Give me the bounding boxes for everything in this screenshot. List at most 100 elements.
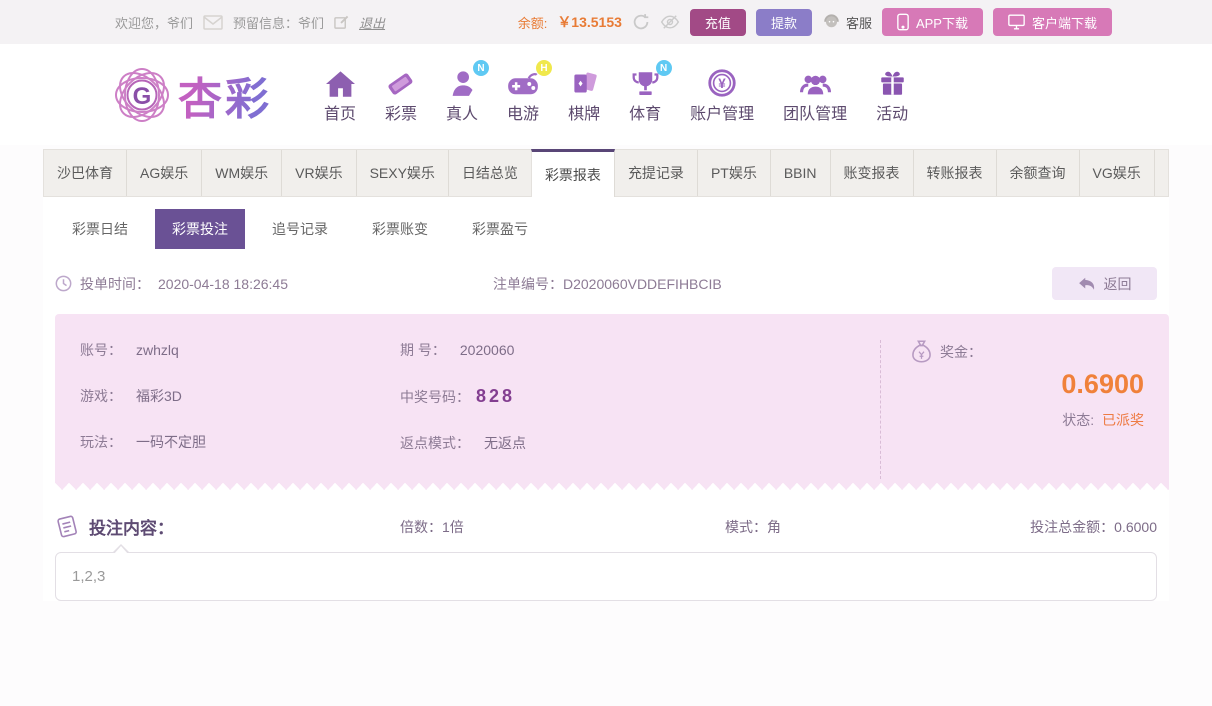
customer-service[interactable]: 客服	[822, 13, 872, 32]
report-tabbar: 沙巴体育 AG娱乐 WM娱乐 VR娱乐 SEXY娱乐 日结总览 彩票报表 充提记…	[43, 149, 1169, 197]
tab-transfer-report[interactable]: 转账报表	[914, 150, 997, 196]
badge-n: N	[655, 60, 672, 76]
bet-multiple: 倍数：1倍	[400, 518, 464, 535]
nav-item-activity[interactable]: 活动	[876, 65, 908, 124]
app-download-label: APP下载	[915, 15, 968, 31]
tab-sexy[interactable]: SEXY娱乐	[357, 150, 449, 196]
bet-mode: 模式：角	[725, 518, 781, 535]
balance-label: 余额:	[517, 15, 548, 31]
play-label: 玩法：	[80, 434, 122, 450]
nav-item-lottery[interactable]: 彩票	[385, 65, 417, 124]
bet-detail-panel: 账号： zwhzlq 游戏： 福彩3D 玩法： 一码不定胆 期 号： 20200…	[55, 314, 1169, 482]
welcome-text: 欢迎您，爷们	[115, 15, 194, 31]
back-button[interactable]: 返回	[1052, 267, 1157, 300]
service-avatar-icon	[822, 13, 841, 32]
game-label: 游戏：	[80, 388, 122, 404]
edit-icon[interactable]	[334, 15, 349, 30]
tab-deposit-withdraw[interactable]: 充提记录	[615, 150, 698, 196]
clock-icon	[55, 275, 72, 292]
bet-numbers-box: 1,2,3	[55, 544, 1157, 601]
eye-off-icon[interactable]	[660, 14, 680, 30]
rebate-row: 返点模式： 无返点	[400, 433, 880, 453]
tab-wm[interactable]: WM娱乐	[202, 150, 283, 196]
nav-item-egame[interactable]: H 电游	[507, 60, 553, 124]
nav-label: 真人	[446, 106, 479, 123]
app-download-button[interactable]: APP下载	[881, 8, 983, 36]
order-number-label: 注单编号：	[493, 275, 563, 292]
tab-balance-query[interactable]: 余额查询	[997, 150, 1080, 196]
rebate-value: 无返点	[484, 435, 526, 451]
trophy-icon: N	[632, 60, 672, 97]
nav-item-live[interactable]: N 真人	[446, 60, 490, 124]
win-number-label: 中奖号码：	[400, 388, 470, 405]
subtab-account-change[interactable]: 彩票账变	[355, 209, 445, 249]
tab-vg[interactable]: VG娱乐	[1080, 150, 1155, 196]
nav-item-home[interactable]: 首页	[324, 65, 356, 124]
account-value: zwhzlq	[136, 342, 179, 358]
refresh-icon[interactable]	[632, 13, 650, 31]
logout-link[interactable]: 退出	[359, 13, 385, 32]
withdraw-button[interactable]: 提款	[755, 8, 812, 36]
balance-value: ￥13.5153	[557, 14, 622, 30]
mail-icon[interactable]	[203, 14, 223, 30]
rebate-label: 返点模式：	[400, 435, 470, 451]
nav-label: 棋牌	[568, 106, 601, 123]
bet-content-label: 投注内容：	[89, 519, 174, 538]
prize-label: 奖金：	[940, 343, 982, 360]
header: G 杏彩 首页 彩票 N 真人 H 电游 棋牌 N 体育 ¥ 账户管理 团队管理…	[0, 44, 1212, 145]
recharge-button[interactable]: 充值	[689, 8, 746, 36]
logo-flower-icon: G	[112, 65, 172, 125]
nav-label: 彩票	[385, 106, 418, 123]
subtab-daily[interactable]: 彩票日结	[55, 209, 145, 249]
tab-lottery-report[interactable]: 彩票报表	[530, 149, 615, 197]
panel-sawtooth-edge	[55, 482, 1169, 490]
status-label: 状态:	[1062, 412, 1095, 428]
win-number-value: 828	[476, 386, 516, 406]
order-time: 投单时间： 2020-04-18 18:26:45	[55, 274, 288, 294]
tab-shaba-sports[interactable]: 沙巴体育	[44, 150, 127, 196]
tab-vr[interactable]: VR娱乐	[282, 150, 357, 196]
tab-content: 彩票日结 彩票投注 追号记录 彩票账变 彩票盈亏 投单时间： 2020-04-18…	[43, 197, 1169, 601]
account-label: 账号：	[80, 342, 122, 358]
money-bag-icon	[911, 340, 932, 363]
issue-label: 期 号：	[400, 342, 446, 358]
tab-pt[interactable]: PT娱乐	[698, 150, 771, 196]
service-label: 客服	[845, 15, 872, 31]
client-download-button[interactable]: 客户端下载	[992, 8, 1112, 36]
bet-content-title: 投注内容：	[55, 514, 400, 539]
topbar: 欢迎您，爷们 预留信息：爷们 退出 余额: ￥13.5153 充值 提款 客服	[0, 0, 1212, 44]
ticket-icon	[386, 65, 416, 97]
subtab-profit-loss[interactable]: 彩票盈亏	[455, 209, 545, 249]
game-value: 福彩3D	[136, 388, 182, 404]
prize-header: 奖金：	[911, 340, 1144, 363]
back-arrow-icon	[1078, 277, 1096, 291]
subtab-chase[interactable]: 追号记录	[255, 209, 345, 249]
tab-daily-summary[interactable]: 日结总览	[449, 150, 532, 196]
cards-icon	[571, 65, 598, 97]
issue-row: 期 号： 2020060	[400, 340, 880, 360]
main-container: 沙巴体育 AG娱乐 WM娱乐 VR娱乐 SEXY娱乐 日结总览 彩票报表 充提记…	[43, 149, 1169, 601]
nav-item-team[interactable]: 团队管理	[783, 65, 847, 124]
lottery-subtabs: 彩票日结 彩票投注 追号记录 彩票账变 彩票盈亏	[43, 197, 1169, 259]
nav-item-account[interactable]: ¥ 账户管理	[690, 65, 754, 124]
nav-item-cards[interactable]: 棋牌	[568, 65, 600, 124]
monitor-icon	[1008, 14, 1025, 30]
memo-icon	[55, 515, 79, 538]
subtab-bets[interactable]: 彩票投注	[155, 209, 245, 249]
issue-value: 2020060	[459, 342, 515, 358]
topbar-right: 余额: ￥13.5153 充值 提款 客服 APP下载 客户端下载	[518, 8, 1112, 36]
order-info-row: 投单时间： 2020-04-18 18:26:45 注单编号：D2020060VD…	[55, 267, 1157, 300]
play-value: 一码不定胆	[136, 434, 206, 450]
person-icon: N	[448, 60, 490, 97]
tab-bbin[interactable]: BBIN	[771, 150, 831, 196]
gift-icon	[879, 65, 906, 97]
nav-item-sports[interactable]: N 体育	[629, 60, 672, 124]
bet-summary-row: 投注内容： 倍数：1倍 模式：角 投注总金额：0.6000	[55, 514, 1157, 539]
site-logo[interactable]: G 杏彩	[112, 63, 272, 127]
client-download-label: 客户端下载	[1031, 15, 1097, 31]
tab-account-change[interactable]: 账变报表	[831, 150, 914, 196]
tab-ag[interactable]: AG娱乐	[127, 150, 203, 196]
phone-icon	[897, 13, 909, 31]
topbar-left: 欢迎您，爷们 预留信息：爷们 退出	[115, 13, 385, 32]
reserved-info-text: 预留信息：爷们	[233, 15, 325, 31]
